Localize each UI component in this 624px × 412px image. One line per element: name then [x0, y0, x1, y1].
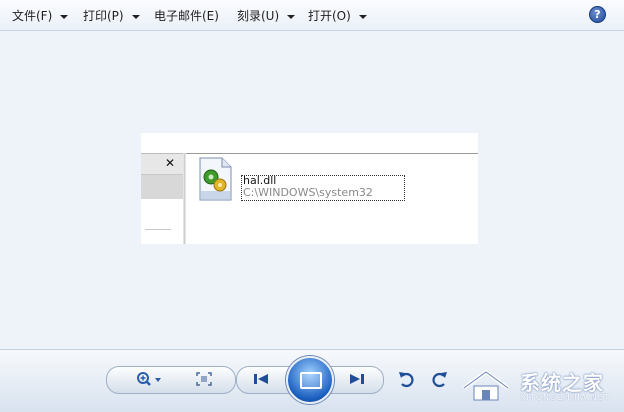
image-pane-divider [145, 229, 171, 230]
menu-burn-label: 刻录(U) [237, 9, 280, 23]
chevron-down-icon [131, 14, 140, 19]
menu-burn[interactable]: 刻录(U) [237, 8, 296, 24]
menu-email[interactable]: 电子邮件(E) [154, 8, 219, 24]
menu-email-label: 电子邮件(E) [154, 9, 219, 23]
dll-file-icon [199, 157, 232, 201]
previous-icon[interactable] [252, 372, 270, 386]
menu-open-label: 打开(O) [308, 9, 351, 23]
menu-bar: 文件(F) 打印(P) 电子邮件(E) 刻录(U) 打开(O) ? [0, 0, 624, 31]
rotate-counterclockwise-icon[interactable] [398, 370, 414, 388]
fit-window-icon[interactable] [196, 372, 212, 386]
menu-open[interactable]: 打开(O) [308, 8, 367, 24]
zoom-group [106, 366, 236, 394]
watermark-title: 系统之家 [520, 371, 604, 395]
slideshow-icon [300, 372, 322, 389]
menu-file-label: 文件(F) [12, 9, 53, 23]
chevron-down-icon [358, 14, 367, 19]
image-pane-header [141, 153, 183, 175]
zoom-icon[interactable] [136, 371, 162, 387]
image-top-divider [186, 153, 478, 154]
help-icon[interactable]: ? [589, 6, 606, 23]
menu-print-label: 打印(P) [83, 9, 124, 23]
chevron-down-icon [287, 14, 296, 19]
house-logo-icon [462, 369, 510, 401]
menu-print[interactable]: 打印(P) [83, 8, 140, 24]
next-icon[interactable] [348, 372, 366, 386]
chevron-down-icon [60, 14, 69, 19]
watermark-subtitle: XITONGZHIJIA.NET [520, 393, 610, 402]
site-watermark: 系统之家 XITONGZHIJIA.NET [448, 365, 618, 405]
file-path: C:\WINDOWS\system32 [243, 186, 373, 199]
rotate-clockwise-icon[interactable] [432, 370, 448, 388]
slideshow-button[interactable] [286, 356, 334, 404]
menu-file[interactable]: 文件(F) [12, 8, 69, 24]
image-pane-band [141, 175, 183, 199]
image-splitter [183, 153, 186, 244]
image-viewer-canvas: ✕ hal.dll C:\WINDOWS\system32 [0, 31, 624, 349]
close-icon: ✕ [165, 156, 176, 170]
displayed-image: ✕ hal.dll C:\WINDOWS\system32 [141, 133, 478, 244]
control-bar: 系统之家 XITONGZHIJIA.NET [0, 349, 624, 412]
